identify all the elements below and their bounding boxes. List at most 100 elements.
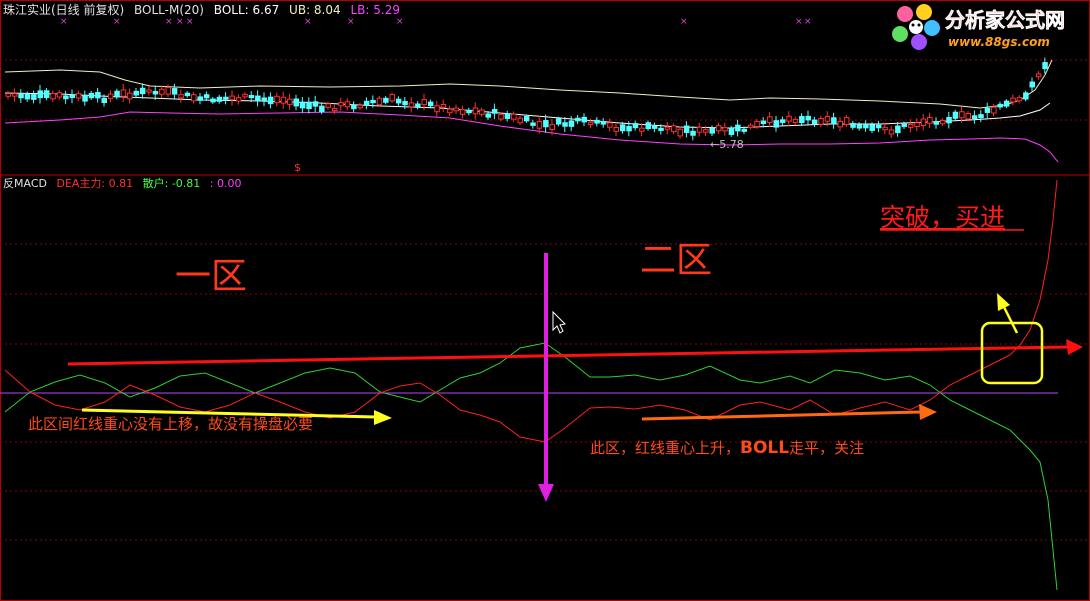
candle[interactable] (523, 116, 530, 122)
candle[interactable] (127, 92, 133, 100)
candle[interactable] (613, 127, 619, 132)
candle[interactable] (632, 123, 639, 129)
candle[interactable] (466, 109, 472, 114)
candle[interactable] (837, 120, 843, 128)
candle[interactable] (779, 119, 786, 123)
candle[interactable] (408, 102, 415, 108)
candle[interactable] (907, 123, 914, 128)
candle[interactable] (24, 93, 31, 100)
candle[interactable] (645, 122, 651, 130)
candle[interactable] (824, 115, 831, 122)
candle[interactable] (210, 98, 216, 103)
candle[interactable] (895, 125, 901, 134)
candle[interactable] (530, 122, 536, 126)
candle[interactable] (261, 97, 267, 102)
candle[interactable] (575, 117, 581, 122)
candle[interactable] (1035, 73, 1042, 78)
candle[interactable] (696, 126, 703, 133)
candle[interactable] (728, 127, 735, 135)
candle[interactable] (120, 89, 127, 97)
chart-svg[interactable]: × × × × × × × × × × × ←5.78 $ 珠江实业(日线 前复权) BOLL-M(… (0, 0, 1090, 601)
candle[interactable] (306, 101, 312, 110)
candle[interactable] (799, 116, 805, 124)
candle[interactable] (1003, 100, 1010, 107)
candle[interactable] (683, 125, 690, 134)
candle[interactable] (651, 125, 658, 129)
candle[interactable] (555, 118, 562, 125)
candle[interactable] (139, 87, 146, 95)
candle[interactable] (805, 115, 811, 121)
candle[interactable] (383, 97, 389, 103)
candle[interactable] (37, 90, 43, 99)
candle[interactable] (376, 97, 383, 106)
candle[interactable] (56, 92, 63, 98)
candle[interactable] (223, 96, 229, 100)
candle[interactable] (920, 118, 927, 127)
candle[interactable] (191, 94, 197, 102)
candle[interactable] (1023, 92, 1029, 100)
candle[interactable] (959, 111, 965, 119)
candle[interactable] (331, 107, 338, 112)
candle[interactable] (875, 124, 882, 129)
candle[interactable] (677, 128, 683, 137)
candle[interactable] (255, 95, 261, 102)
candle[interactable] (549, 124, 555, 131)
candle[interactable] (786, 115, 792, 122)
candle[interactable] (856, 124, 863, 129)
candle[interactable] (18, 93, 24, 99)
candle[interactable] (69, 94, 75, 99)
candle[interactable] (811, 119, 818, 125)
candle[interactable] (709, 127, 715, 134)
candle[interactable] (479, 109, 485, 115)
candle[interactable] (504, 113, 511, 119)
candle[interactable] (242, 93, 248, 98)
candle[interactable] (626, 126, 632, 132)
candle[interactable] (216, 96, 223, 102)
candle[interactable] (370, 99, 376, 104)
candle[interactable] (933, 121, 939, 125)
candle[interactable] (927, 117, 933, 124)
candle[interactable] (485, 113, 491, 118)
candle[interactable] (581, 116, 587, 123)
candle[interactable] (939, 119, 946, 125)
candle[interactable] (357, 104, 363, 109)
candle[interactable] (543, 120, 549, 128)
candle[interactable] (325, 103, 331, 108)
candle[interactable] (299, 101, 306, 109)
candle[interactable] (869, 124, 875, 131)
candle[interactable] (287, 98, 293, 105)
candle[interactable] (863, 123, 869, 129)
candle[interactable] (31, 94, 37, 100)
candle[interactable] (664, 126, 671, 130)
candle[interactable] (229, 95, 235, 101)
candle[interactable] (363, 100, 370, 106)
candle[interactable] (600, 121, 607, 125)
candle[interactable] (978, 114, 984, 119)
candle[interactable] (319, 105, 325, 113)
candle[interactable] (421, 99, 427, 106)
candle[interactable] (747, 124, 754, 128)
candle[interactable] (715, 125, 722, 132)
candle[interactable] (888, 129, 895, 135)
candle[interactable] (914, 122, 920, 128)
candle[interactable] (178, 94, 184, 99)
candle[interactable] (159, 88, 165, 95)
candle[interactable] (312, 101, 319, 107)
candle[interactable] (274, 95, 280, 104)
candle[interactable] (351, 104, 357, 110)
candle[interactable] (63, 95, 69, 100)
candle[interactable] (389, 94, 395, 102)
candle[interactable] (831, 117, 837, 125)
candle[interactable] (965, 113, 971, 120)
candle[interactable] (267, 96, 274, 105)
candle[interactable] (338, 102, 344, 107)
candle[interactable] (498, 113, 504, 120)
candle[interactable] (1016, 97, 1023, 102)
candle[interactable] (997, 103, 1003, 108)
candle[interactable] (293, 98, 299, 107)
candle[interactable] (459, 109, 466, 115)
candle[interactable] (107, 93, 114, 99)
candle[interactable] (184, 92, 191, 97)
candle[interactable] (95, 91, 101, 99)
candle[interactable] (395, 98, 402, 104)
